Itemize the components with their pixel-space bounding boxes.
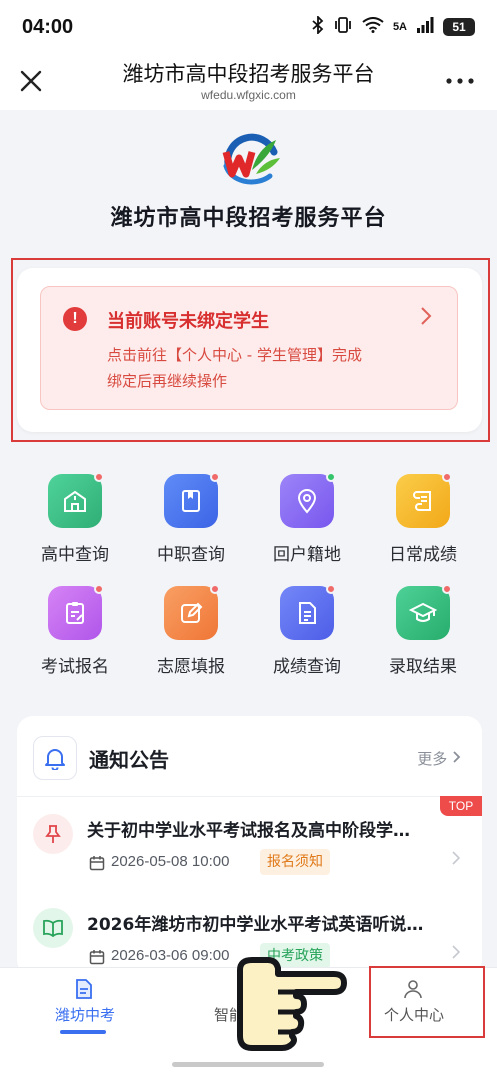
notice-more-link[interactable]: 更多 (417, 748, 462, 769)
more-dots-icon (446, 78, 474, 84)
chevron-right-icon (452, 850, 461, 869)
vibrate-icon (333, 16, 353, 38)
page-url: wfedu.wfgxic.com (201, 88, 296, 102)
personal-center-highlight-frame (369, 966, 485, 1038)
grid-item-return-household[interactable]: 回户籍地 (249, 468, 365, 578)
notification-dot (442, 584, 452, 594)
notice-section-title: 通知公告 (89, 748, 169, 772)
status-time: 04:00 (22, 15, 74, 38)
document-icon (76, 979, 92, 999)
notification-dot (442, 472, 452, 482)
alert-highlight-frame (11, 258, 490, 442)
function-grid: 高中查询 中职查询 回户籍地 日常成绩 考试报名 志愿填报 成绩查询 录取结果 (17, 468, 482, 688)
notice-title: 关于初中学业水平考试报名及高中阶段学… (87, 821, 410, 841)
nav-tab-weifang-zhongkao[interactable]: 潍坊中考 (15, 968, 155, 1048)
signal-type-label: 5A (392, 21, 407, 33)
platform-logo (218, 130, 282, 188)
signal-icon (416, 17, 434, 37)
window-title: 潍坊市高中段招考服务平台 (122, 62, 375, 86)
notice-card: 通知公告 更多 TOP 关于初中学业水平考试报名及高中阶段学… 2026-05-… (17, 716, 482, 976)
grid-label: 中职查询 (157, 545, 225, 565)
status-icons: 5A 51 (312, 14, 475, 38)
calendar-icon (89, 949, 105, 965)
status-bar: 04:00 5A 51 (0, 0, 497, 54)
grid-label: 成绩查询 (273, 657, 341, 677)
calendar-icon (89, 855, 105, 871)
more-link-label: 更多 (417, 750, 448, 768)
grid-item-daily-scores[interactable]: 日常成绩 (365, 468, 481, 578)
platform-title: 潍坊市高中段招考服务平台 (110, 206, 387, 231)
book-icon (164, 472, 220, 528)
grid-item-volunteer-filling[interactable]: 志愿填报 (133, 580, 249, 690)
location-pin-icon (280, 472, 336, 528)
notification-dot (326, 584, 336, 594)
grid-item-high-school-query[interactable]: 高中查询 (17, 468, 133, 578)
notification-dot (210, 584, 220, 594)
bell-icon (33, 736, 77, 780)
nav-label: 潍坊中考 (54, 1006, 115, 1024)
divider (17, 796, 482, 797)
grid-label: 考试报名 (41, 657, 109, 677)
scroll-icon (396, 472, 452, 528)
grid-label: 日常成绩 (389, 545, 457, 565)
notice-item[interactable]: 关于初中学业水平考试报名及高中阶段学… 2026-05-08 10:00 报名须… (17, 800, 482, 896)
grid-label: 录取结果 (389, 657, 457, 677)
grid-item-vocational-query[interactable]: 中职查询 (133, 468, 249, 578)
grid-label: 志愿填报 (157, 657, 225, 677)
notice-date: 2026-03-06 09:00 (111, 947, 230, 964)
grid-item-exam-registration[interactable]: 考试报名 (17, 580, 133, 690)
graduation-cap-icon (396, 584, 452, 640)
grid-item-admission-result[interactable]: 录取结果 (365, 580, 481, 690)
title-bar: 潍坊市高中段招考服务平台 wfedu.wfgxic.com (0, 54, 497, 110)
notification-dot (210, 472, 220, 482)
notice-date: 2026-05-08 10:00 (111, 853, 230, 870)
notice-tag: 报名须知 (260, 849, 330, 875)
home-indicator[interactable] (172, 1062, 324, 1067)
pointing-hand-icon (226, 952, 356, 1052)
pin-icon (33, 814, 73, 854)
notification-dot (94, 472, 104, 482)
grid-item-score-query[interactable]: 成绩查询 (249, 580, 365, 690)
battery-indicator: 51 (443, 18, 475, 36)
bluetooth-icon (312, 14, 324, 38)
chevron-right-icon (452, 944, 461, 963)
wifi-icon (362, 17, 384, 37)
pencil-square-icon (164, 584, 220, 640)
grid-label: 高中查询 (41, 545, 109, 565)
more-menu-button[interactable] (443, 66, 477, 96)
chevron-right-icon (452, 750, 462, 768)
notification-dot (94, 584, 104, 594)
school-icon (48, 472, 104, 528)
notice-title: 2026年潍坊市初中学业水平考试英语听说… (87, 915, 424, 935)
notification-dot (326, 472, 336, 482)
open-book-icon (33, 908, 73, 948)
document-icon (280, 584, 336, 640)
active-tab-indicator (60, 1030, 106, 1034)
clipboard-edit-icon (48, 584, 104, 640)
grid-label: 回户籍地 (273, 545, 341, 565)
